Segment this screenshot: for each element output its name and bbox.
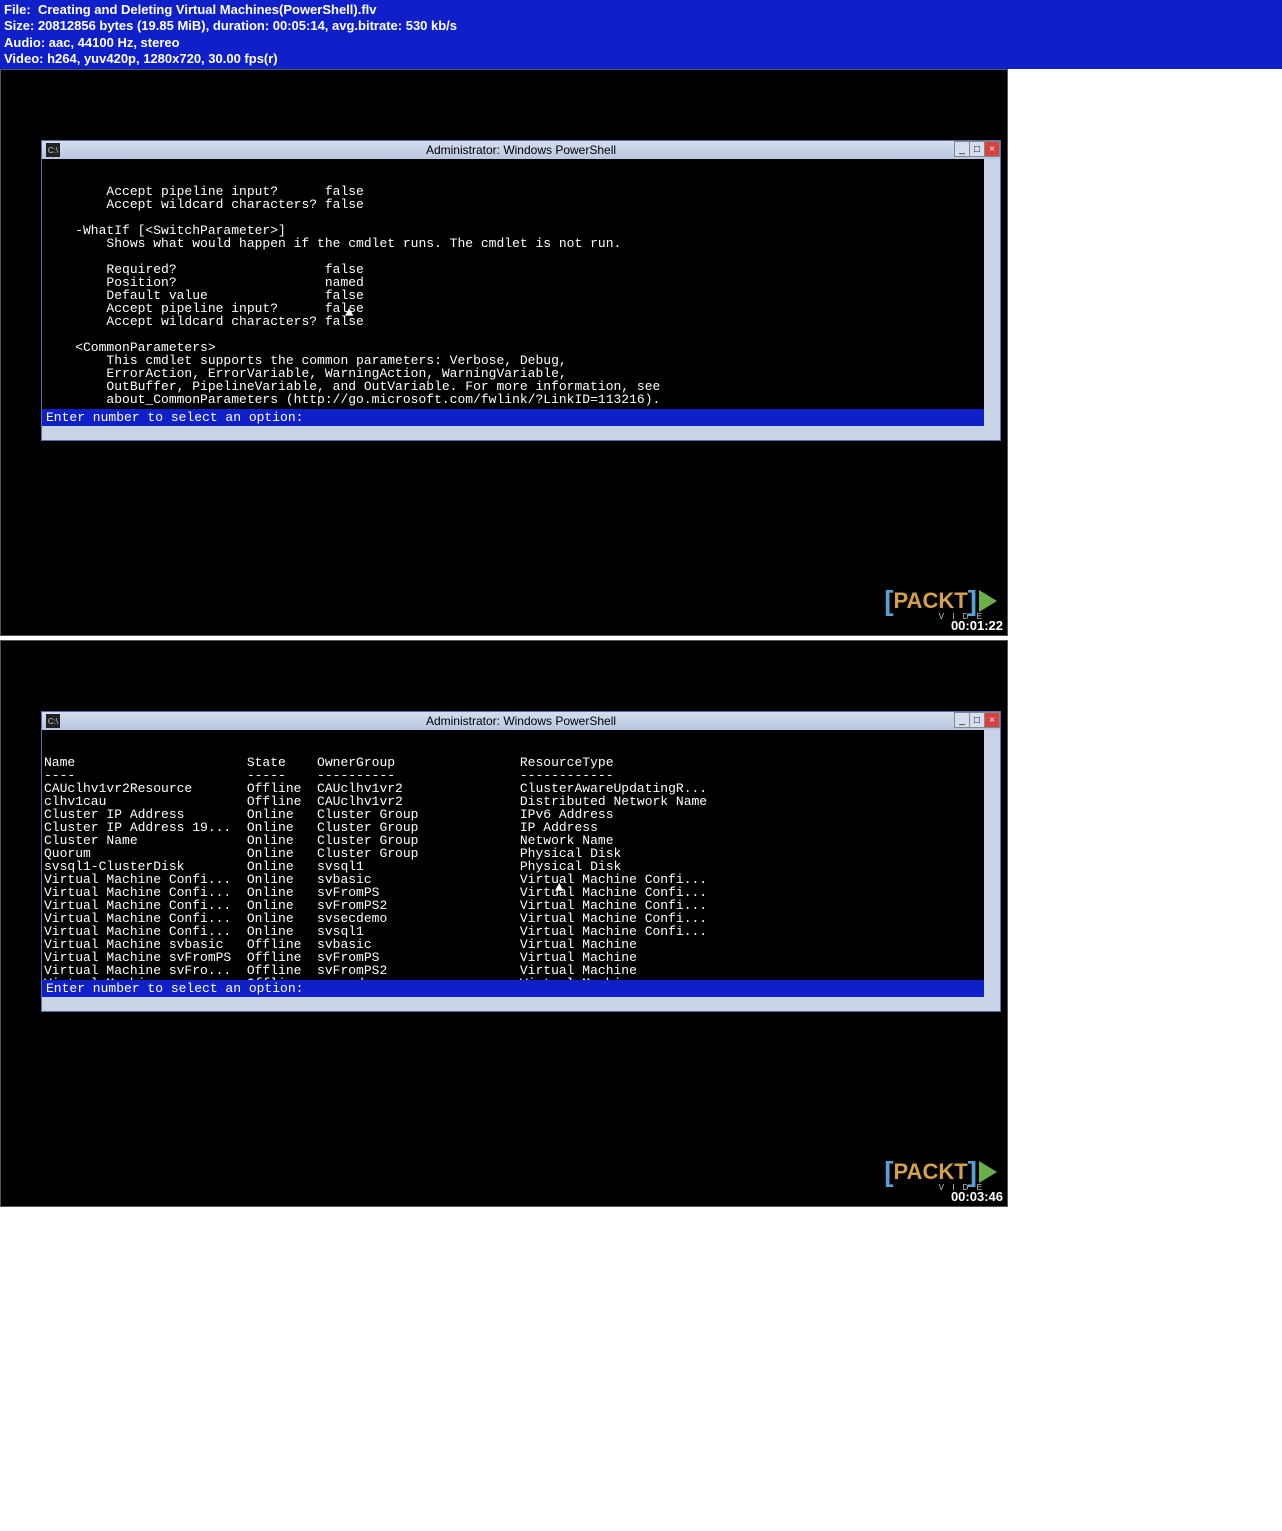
titlebar-2[interactable]: C:\ Administrator: Windows PowerShell _ … xyxy=(42,712,1000,730)
scroll-up-arrow[interactable]: ▴ xyxy=(984,730,999,745)
size-line: Size: 20812856 bytes (19.85 MiB), durati… xyxy=(4,18,1278,34)
blank-area xyxy=(0,1211,1282,1531)
window-title-1: Administrator: Windows PowerShell xyxy=(426,143,616,157)
bottom-scrollbar-1[interactable] xyxy=(42,426,1000,440)
play-icon xyxy=(979,590,997,612)
scroll-up-arrow[interactable]: ▴ xyxy=(984,159,999,174)
window-title-2: Administrator: Windows PowerShell xyxy=(426,714,616,728)
console-prompt-2[interactable]: Enter number to select an option: xyxy=(42,980,1000,997)
close-button[interactable]: × xyxy=(984,712,1000,728)
console-text-1: Accept pipeline input? false Accept wild… xyxy=(44,185,982,409)
console-output-1[interactable]: Accept pipeline input? false Accept wild… xyxy=(42,159,1000,409)
ps-icon: C:\ xyxy=(46,143,60,157)
scroll-down-arrow[interactable]: ▾ xyxy=(984,965,999,980)
console-output-2[interactable]: Name State OwnerGroup ResourceType ---- … xyxy=(42,730,1000,980)
timestamp-2: 00:03:46 xyxy=(951,1189,1003,1204)
console-prompt-1[interactable]: Enter number to select an option: xyxy=(42,409,1000,426)
timestamp-1: 00:01:22 xyxy=(951,618,1003,633)
file-label: File: xyxy=(4,2,31,17)
minimize-button[interactable]: _ xyxy=(954,141,970,157)
titlebar-1[interactable]: C:\ Administrator: Windows PowerShell _ … xyxy=(42,141,1000,159)
cluster-resource-table: Name State OwnerGroup ResourceType ---- … xyxy=(44,743,982,980)
video-line: Video: h264, yuv420p, 1280x720, 30.00 fp… xyxy=(4,51,1278,67)
powershell-window-1: C:\ Administrator: Windows PowerShell _ … xyxy=(41,140,1001,441)
play-icon xyxy=(979,1161,997,1183)
ps-icon: C:\ xyxy=(46,714,60,728)
video-frame-1: C:\ Administrator: Windows PowerShell _ … xyxy=(0,69,1008,636)
audio-line: Audio: aac, 44100 Hz, stereo xyxy=(4,35,1278,51)
bottom-scrollbar-2[interactable] xyxy=(42,997,1000,1011)
scroll-down-arrow[interactable]: ▾ xyxy=(984,394,999,409)
powershell-window-2: C:\ Administrator: Windows PowerShell _ … xyxy=(41,711,1001,1012)
file-name: Creating and Deleting Virtual Machines(P… xyxy=(38,2,377,17)
media-info-header: File: Creating and Deleting Virtual Mach… xyxy=(0,0,1282,69)
maximize-button[interactable]: □ xyxy=(969,141,985,157)
close-button[interactable]: × xyxy=(984,141,1000,157)
maximize-button[interactable]: □ xyxy=(969,712,985,728)
minimize-button[interactable]: _ xyxy=(954,712,970,728)
video-frame-2: C:\ Administrator: Windows PowerShell _ … xyxy=(0,640,1008,1207)
